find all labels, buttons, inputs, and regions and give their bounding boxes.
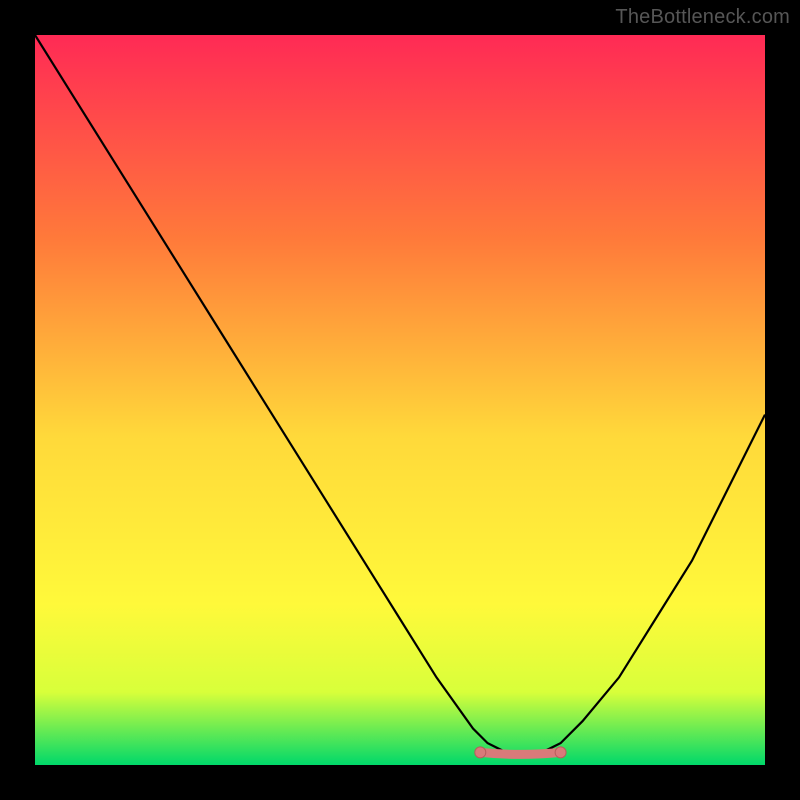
optimal-band-dot-left	[475, 747, 486, 758]
optimal-band-dot-right	[555, 747, 566, 758]
watermark-text: TheBottleneck.com	[615, 6, 790, 29]
bottleneck-chart	[35, 35, 765, 765]
gradient-background	[35, 35, 765, 765]
chart-container: TheBottleneck.com	[0, 0, 800, 800]
optimal-band-marker	[480, 752, 560, 754]
